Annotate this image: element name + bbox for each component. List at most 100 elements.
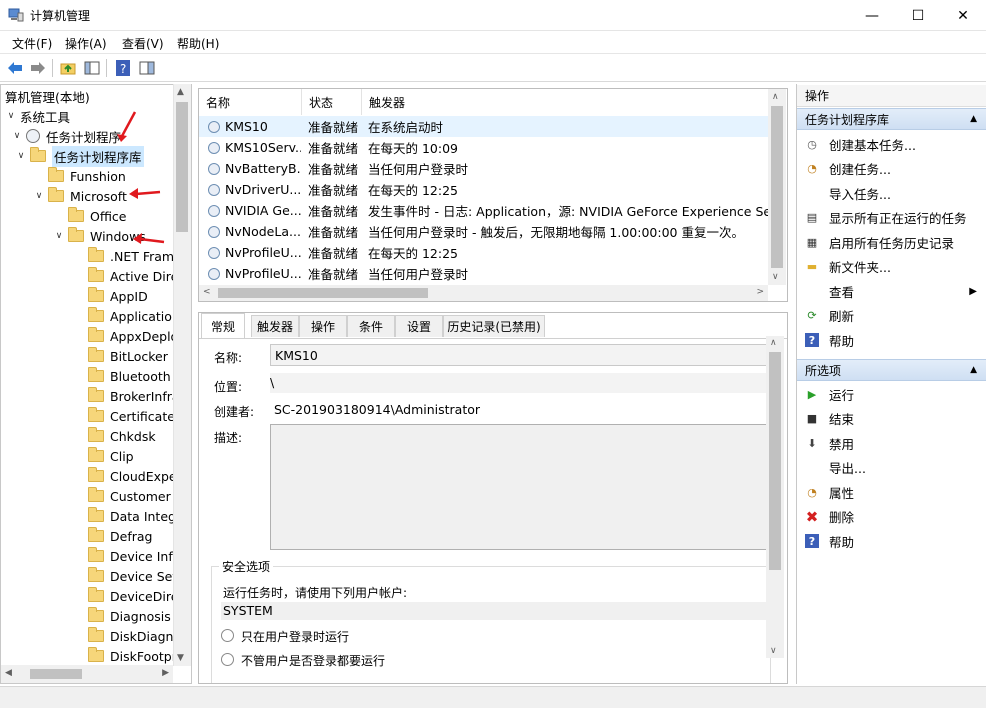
column-header-status[interactable]: 状态 xyxy=(302,89,362,115)
detail-scroll-thumb[interactable] xyxy=(769,352,781,570)
action-item[interactable]: ◷ 创建基本任务... xyxy=(797,132,986,156)
tree-item-child[interactable]: .NET Frame xyxy=(88,246,182,266)
tree-item-child[interactable]: Data Integr xyxy=(88,506,181,526)
show-hide-tree-icon[interactable] xyxy=(82,58,102,78)
scroll-down-icon[interactable]: ∨ xyxy=(770,646,777,656)
table-row[interactable]: NvDriverU... 准备就绪 在每天的 12:25 xyxy=(199,179,771,200)
table-row[interactable]: NVIDIA Ge... 准备就绪 发生事件时 - 日志: Application，… xyxy=(199,200,771,221)
tree-horizontal-scrollbar[interactable]: ◀ ▶ xyxy=(1,665,173,683)
action-item[interactable]: ▬ 新文件夹... xyxy=(797,255,986,279)
tree-item-task-scheduler[interactable]: ∨ 任务计划程序 xyxy=(11,126,121,146)
tree-item-child[interactable]: BitLocker xyxy=(88,346,168,366)
tree-item-child[interactable]: Device Info xyxy=(88,546,180,566)
action-item[interactable]: ◔ 属性 xyxy=(797,480,986,504)
action-item[interactable]: ▶ 运行 xyxy=(797,382,986,406)
scroll-down-icon[interactable]: ▼ xyxy=(177,653,184,663)
action-item[interactable]: ? 帮助 xyxy=(797,529,986,553)
tree-item-microsoft[interactable]: ∨ Microsoft xyxy=(33,186,127,206)
menu-file[interactable]: 文件(F) xyxy=(12,35,52,52)
scroll-down-icon[interactable]: ∨ xyxy=(772,272,779,282)
tab-actions[interactable]: 操作 xyxy=(299,315,347,337)
scroll-up-icon[interactable]: ∧ xyxy=(772,92,779,102)
tree-item-child[interactable]: DeviceDirec xyxy=(88,586,185,606)
menu-action[interactable]: 操作(A) xyxy=(65,35,107,52)
tree-item-child[interactable]: AppID xyxy=(88,286,148,306)
up-folder-icon[interactable] xyxy=(58,58,78,78)
tree-item-child[interactable]: Defrag xyxy=(88,526,152,546)
collapse-icon[interactable]: ▲ xyxy=(970,114,977,124)
scroll-up-icon[interactable]: ▲ xyxy=(177,87,184,97)
task-status-cell: 准备就绪 xyxy=(308,225,359,240)
tree-scroll-thumb[interactable] xyxy=(176,102,188,232)
tab-triggers[interactable]: 触发器 xyxy=(251,315,299,337)
radio-run-whether-logged-on[interactable] xyxy=(221,653,234,666)
tree-item-child[interactable]: BrokerInfra xyxy=(88,386,180,406)
table-row[interactable]: KMS10 准备就绪 在系统启动时 xyxy=(199,116,771,137)
radio-logged-on-only[interactable] xyxy=(221,629,234,642)
action-item[interactable]: ? 帮助 xyxy=(797,328,986,352)
tree-item-office[interactable]: Office xyxy=(68,206,127,226)
tree-hscroll-thumb[interactable] xyxy=(30,669,82,679)
menu-view[interactable]: 查看(V) xyxy=(122,35,164,52)
description-field[interactable] xyxy=(270,424,770,550)
forward-icon[interactable] xyxy=(28,58,48,78)
scroll-right-icon[interactable]: ▶ xyxy=(162,668,169,678)
action-item[interactable]: 导入任务... xyxy=(797,181,986,205)
tree-item-child[interactable]: Application xyxy=(88,306,180,326)
tree-item-child[interactable]: Bluetooth xyxy=(88,366,171,386)
actions-section-selected[interactable]: 所选项 ▲ xyxy=(797,359,986,381)
tab-settings[interactable]: 设置 xyxy=(395,315,443,337)
tree-item-child[interactable]: Customer E xyxy=(88,486,183,506)
action-item[interactable]: ■ 结束 xyxy=(797,407,986,431)
back-icon[interactable] xyxy=(5,58,25,78)
properties-view-icon[interactable] xyxy=(137,58,157,78)
tree-item-child[interactable]: DiskFootpr xyxy=(88,646,177,666)
list-hscroll-thumb[interactable] xyxy=(218,288,428,298)
action-item[interactable]: 导出... xyxy=(797,456,986,480)
action-item[interactable]: ▤ 显示所有正在运行的任务 xyxy=(797,206,986,230)
tree-item-child[interactable]: CloudExper xyxy=(88,466,182,486)
close-button[interactable]: ✕ xyxy=(940,0,986,31)
table-row[interactable]: NvProfileU... 准备就绪 当任何用户登录时 xyxy=(199,263,771,284)
scroll-left-icon[interactable]: < xyxy=(203,287,211,297)
scroll-right-icon[interactable]: > xyxy=(756,287,764,297)
collapse-icon[interactable]: ▲ xyxy=(970,365,977,375)
column-header-trigger[interactable]: 触发器 xyxy=(362,89,782,115)
action-item[interactable]: ▦ 启用所有任务历史记录 xyxy=(797,230,986,254)
tree-item-root[interactable]: 算机管理(本地) xyxy=(5,86,90,106)
tree-item-library[interactable]: ∨ 任务计划程序库 xyxy=(15,145,144,167)
tab-history[interactable]: 历史记录(已禁用) xyxy=(443,315,545,337)
table-row[interactable]: NvProfileU... 准备就绪 在每天的 12:25 xyxy=(199,242,771,263)
scroll-up-icon[interactable]: ∧ xyxy=(770,338,777,348)
table-row[interactable]: KMS10Serv... 准备就绪 在每天的 10:09 xyxy=(199,137,771,158)
tree-item-child[interactable]: DiskDiagno xyxy=(88,626,181,646)
action-item[interactable]: ✖ 删除 xyxy=(797,505,986,529)
action-item[interactable]: ⟳ 刷新 xyxy=(797,304,986,328)
action-item[interactable]: ⬇ 禁用 xyxy=(797,431,986,455)
action-item[interactable]: 查看 ▶ xyxy=(797,279,986,303)
table-row[interactable]: NvNodeLa... 准备就绪 当任何用户登录时 - 触发后，无限期地每隔 1.0… xyxy=(199,221,771,242)
tree-item-child[interactable]: Chkdsk xyxy=(88,426,156,446)
column-header-name[interactable]: 名称 xyxy=(199,89,302,115)
action-label: 禁用 xyxy=(829,436,855,452)
actions-section-library[interactable]: 任务计划程序库 ▲ xyxy=(797,108,986,130)
help-icon[interactable]: ? xyxy=(113,58,133,78)
tab-general[interactable]: 常规 xyxy=(201,313,245,339)
tree-item-system-tools[interactable]: ∨ 系统工具 xyxy=(5,106,70,126)
tree-item-child[interactable]: AppxDeplo xyxy=(88,326,178,346)
table-row[interactable]: NvBatteryB... 准备就绪 当任何用户登录时 xyxy=(199,158,771,179)
tree-item-child[interactable]: Device Setu xyxy=(88,566,185,586)
scroll-left-icon[interactable]: ◀ xyxy=(5,668,12,678)
tree-item-child[interactable]: Diagnosis xyxy=(88,606,171,626)
tree-item-funshion[interactable]: Funshion xyxy=(48,166,126,186)
menu-help[interactable]: 帮助(H) xyxy=(177,35,219,52)
name-field[interactable]: KMS10 xyxy=(270,344,770,366)
tree-item-child[interactable]: Clip xyxy=(88,446,134,466)
list-scroll-thumb[interactable] xyxy=(771,106,783,268)
tab-conditions[interactable]: 条件 xyxy=(347,315,395,337)
tree-item-child[interactable]: CertificateS xyxy=(88,406,183,426)
minimize-button[interactable]: — xyxy=(849,0,895,31)
maximize-button[interactable]: ☐ xyxy=(895,0,941,31)
action-item[interactable]: ◔ 创建任务... xyxy=(797,157,986,181)
tree-item-child[interactable]: Active Direc xyxy=(88,266,185,286)
